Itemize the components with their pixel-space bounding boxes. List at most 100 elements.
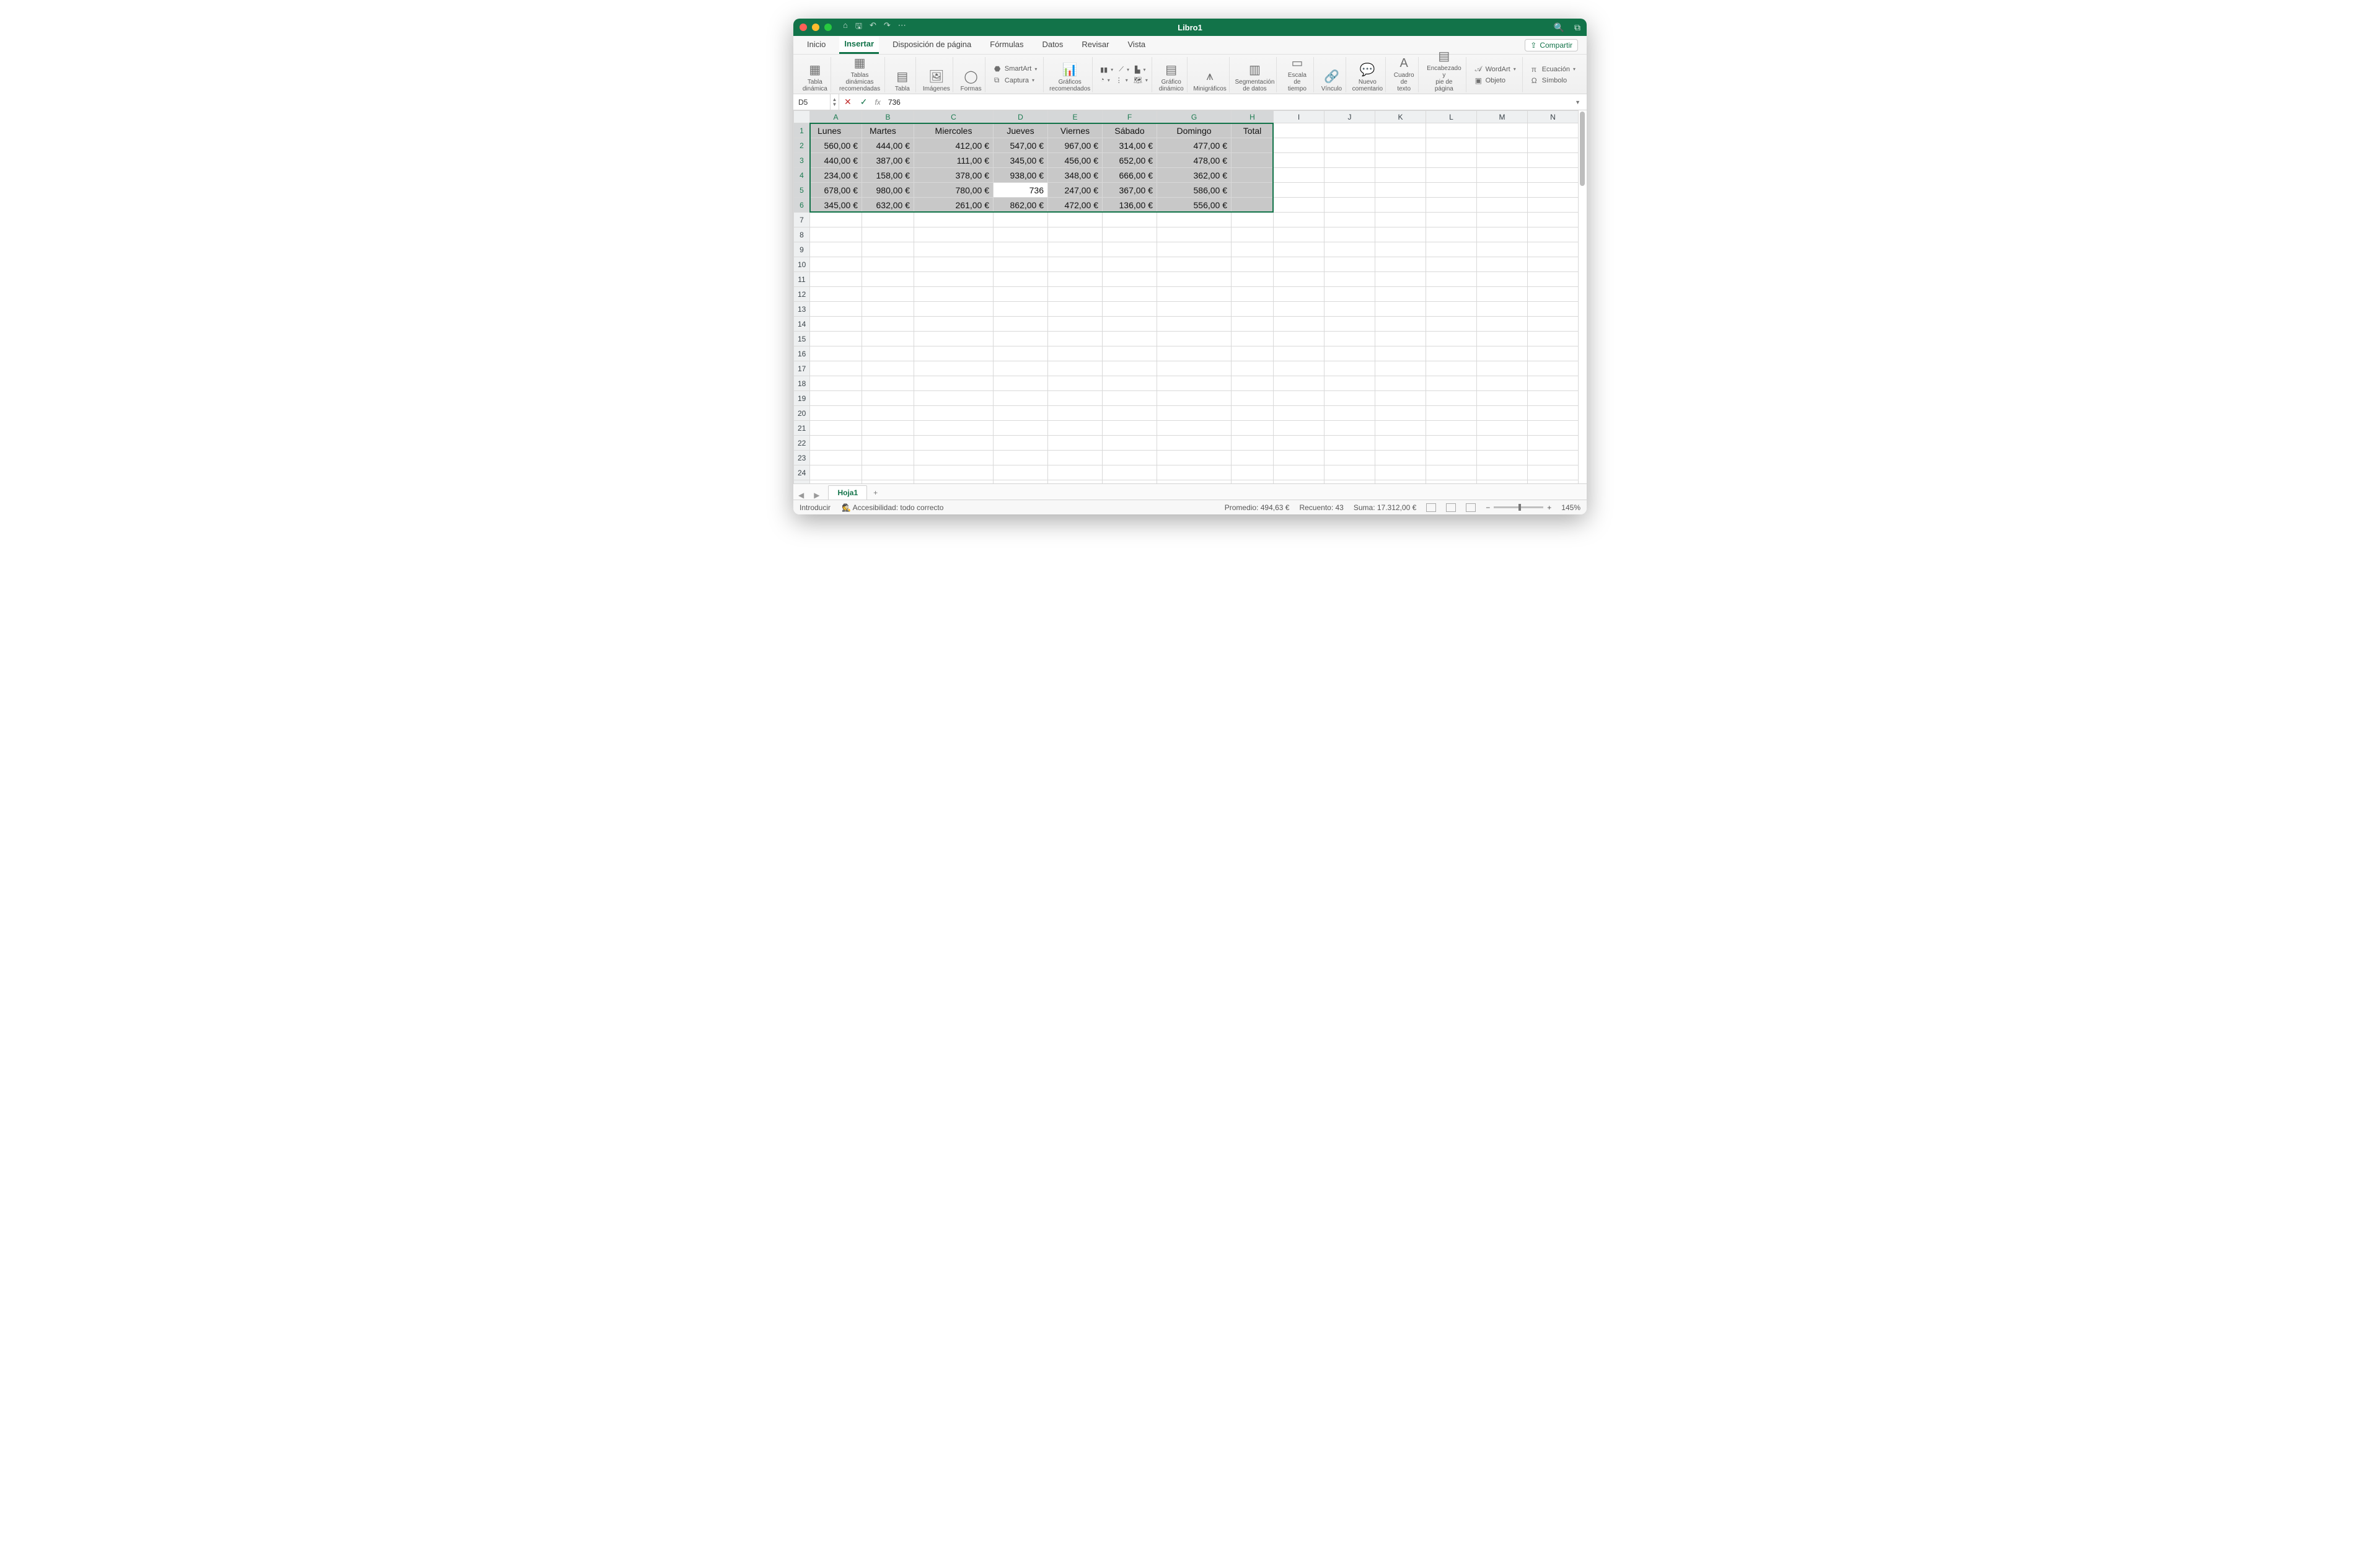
cell-I17[interactable]	[1274, 361, 1324, 376]
cell-G12[interactable]	[1157, 287, 1232, 302]
cell-N9[interactable]	[1528, 242, 1579, 257]
cell-D5[interactable]: 736	[994, 183, 1048, 198]
cell-K13[interactable]	[1375, 302, 1426, 317]
cell-M22[interactable]	[1477, 436, 1528, 451]
cell-I5[interactable]	[1274, 183, 1324, 198]
undo-icon[interactable]: ↶	[870, 20, 876, 34]
zoom-out[interactable]: −	[1486, 503, 1490, 512]
cell-L19[interactable]	[1426, 391, 1477, 406]
cell-H8[interactable]	[1232, 227, 1274, 242]
cell-A20[interactable]	[810, 406, 862, 421]
fx-label[interactable]: fx	[871, 98, 884, 107]
cell-G23[interactable]	[1157, 451, 1232, 465]
cell-H11[interactable]	[1232, 272, 1274, 287]
btn-graficos-recomendados[interactable]: 📊Gráficos recomendados	[1047, 57, 1093, 92]
cell-E21[interactable]	[1048, 421, 1103, 436]
cell-A14[interactable]	[810, 317, 862, 332]
cell-N15[interactable]	[1528, 332, 1579, 346]
add-sheet-button[interactable]: +	[867, 486, 884, 500]
cell-J1[interactable]	[1324, 123, 1375, 138]
cell-M8[interactable]	[1477, 227, 1528, 242]
cell-N17[interactable]	[1528, 361, 1579, 376]
btn-escala-tiempo[interactable]: ▭Escala de tiempo	[1280, 57, 1314, 92]
btn-formas[interactable]: ◯Formas	[957, 57, 985, 92]
zoom-in[interactable]: +	[1547, 503, 1551, 512]
cell-K7[interactable]	[1375, 213, 1426, 227]
cell-F8[interactable]	[1103, 227, 1157, 242]
cell-I9[interactable]	[1274, 242, 1324, 257]
cell-G3[interactable]: 478,00 €	[1157, 153, 1232, 168]
cell-L3[interactable]	[1426, 153, 1477, 168]
btn-smartart[interactable]: ⬣SmartArt▾	[994, 64, 1037, 73]
cell-H7[interactable]	[1232, 213, 1274, 227]
cell-M24[interactable]	[1477, 465, 1528, 480]
cell-D19[interactable]	[994, 391, 1048, 406]
zoom-control[interactable]: − +	[1486, 503, 1551, 512]
cell-F25[interactable]	[1103, 480, 1157, 484]
cell-F21[interactable]	[1103, 421, 1157, 436]
confirm-button[interactable]: ✓	[857, 97, 871, 107]
cell-J21[interactable]	[1324, 421, 1375, 436]
cell-K1[interactable]	[1375, 123, 1426, 138]
cell-J3[interactable]	[1324, 153, 1375, 168]
cell-E24[interactable]	[1048, 465, 1103, 480]
cell-F3[interactable]: 652,00 €	[1103, 153, 1157, 168]
cell-L1[interactable]	[1426, 123, 1477, 138]
tab-revisar[interactable]: Revisar	[1077, 37, 1114, 53]
cell-B3[interactable]: 387,00 €	[862, 153, 914, 168]
cell-D10[interactable]	[994, 257, 1048, 272]
cell-I24[interactable]	[1274, 465, 1324, 480]
cell-H22[interactable]	[1232, 436, 1274, 451]
cell-G19[interactable]	[1157, 391, 1232, 406]
cell-K3[interactable]	[1375, 153, 1426, 168]
col-header-L[interactable]: L	[1426, 111, 1477, 123]
cell-C13[interactable]	[914, 302, 994, 317]
cell-B16[interactable]	[862, 346, 914, 361]
cell-M11[interactable]	[1477, 272, 1528, 287]
cell-I15[interactable]	[1274, 332, 1324, 346]
cell-E9[interactable]	[1048, 242, 1103, 257]
cell-N18[interactable]	[1528, 376, 1579, 391]
cell-A5[interactable]: 678,00 €	[810, 183, 862, 198]
cell-B24[interactable]	[862, 465, 914, 480]
cell-H18[interactable]	[1232, 376, 1274, 391]
cell-E1[interactable]: Viernes	[1048, 123, 1103, 138]
cell-F4[interactable]: 666,00 €	[1103, 168, 1157, 183]
cell-F22[interactable]	[1103, 436, 1157, 451]
cell-M25[interactable]	[1477, 480, 1528, 484]
col-header-G[interactable]: G	[1157, 111, 1232, 123]
cell-I10[interactable]	[1274, 257, 1324, 272]
cell-L22[interactable]	[1426, 436, 1477, 451]
cell-N23[interactable]	[1528, 451, 1579, 465]
tab-disposicion[interactable]: Disposición de página	[888, 37, 976, 53]
cell-E22[interactable]	[1048, 436, 1103, 451]
cell-M4[interactable]	[1477, 168, 1528, 183]
redo-icon[interactable]: ↷	[884, 20, 891, 34]
cell-J2[interactable]	[1324, 138, 1375, 153]
cell-H2[interactable]	[1232, 138, 1274, 153]
cell-E11[interactable]	[1048, 272, 1103, 287]
cell-B5[interactable]: 980,00 €	[862, 183, 914, 198]
cell-J13[interactable]	[1324, 302, 1375, 317]
cell-L25[interactable]	[1426, 480, 1477, 484]
select-all-corner[interactable]	[794, 111, 810, 123]
cell-N24[interactable]	[1528, 465, 1579, 480]
row-header-10[interactable]: 10	[794, 257, 810, 272]
cell-K15[interactable]	[1375, 332, 1426, 346]
cell-C19[interactable]	[914, 391, 994, 406]
row-header-22[interactable]: 22	[794, 436, 810, 451]
cell-A24[interactable]	[810, 465, 862, 480]
cell-L12[interactable]	[1426, 287, 1477, 302]
cell-H23[interactable]	[1232, 451, 1274, 465]
cell-D21[interactable]	[994, 421, 1048, 436]
row-header-25[interactable]: 25	[794, 480, 810, 484]
cell-A1[interactable]: Lunes	[810, 123, 862, 138]
cell-M20[interactable]	[1477, 406, 1528, 421]
cell-A13[interactable]	[810, 302, 862, 317]
row-header-11[interactable]: 11	[794, 272, 810, 287]
cell-N11[interactable]	[1528, 272, 1579, 287]
btn-nuevo-comentario[interactable]: 💬Nuevo comentario	[1350, 57, 1386, 92]
status-accessibility[interactable]: 🕵 Accesibilidad: todo correcto	[842, 503, 943, 512]
cell-C2[interactable]: 412,00 €	[914, 138, 994, 153]
row-header-14[interactable]: 14	[794, 317, 810, 332]
